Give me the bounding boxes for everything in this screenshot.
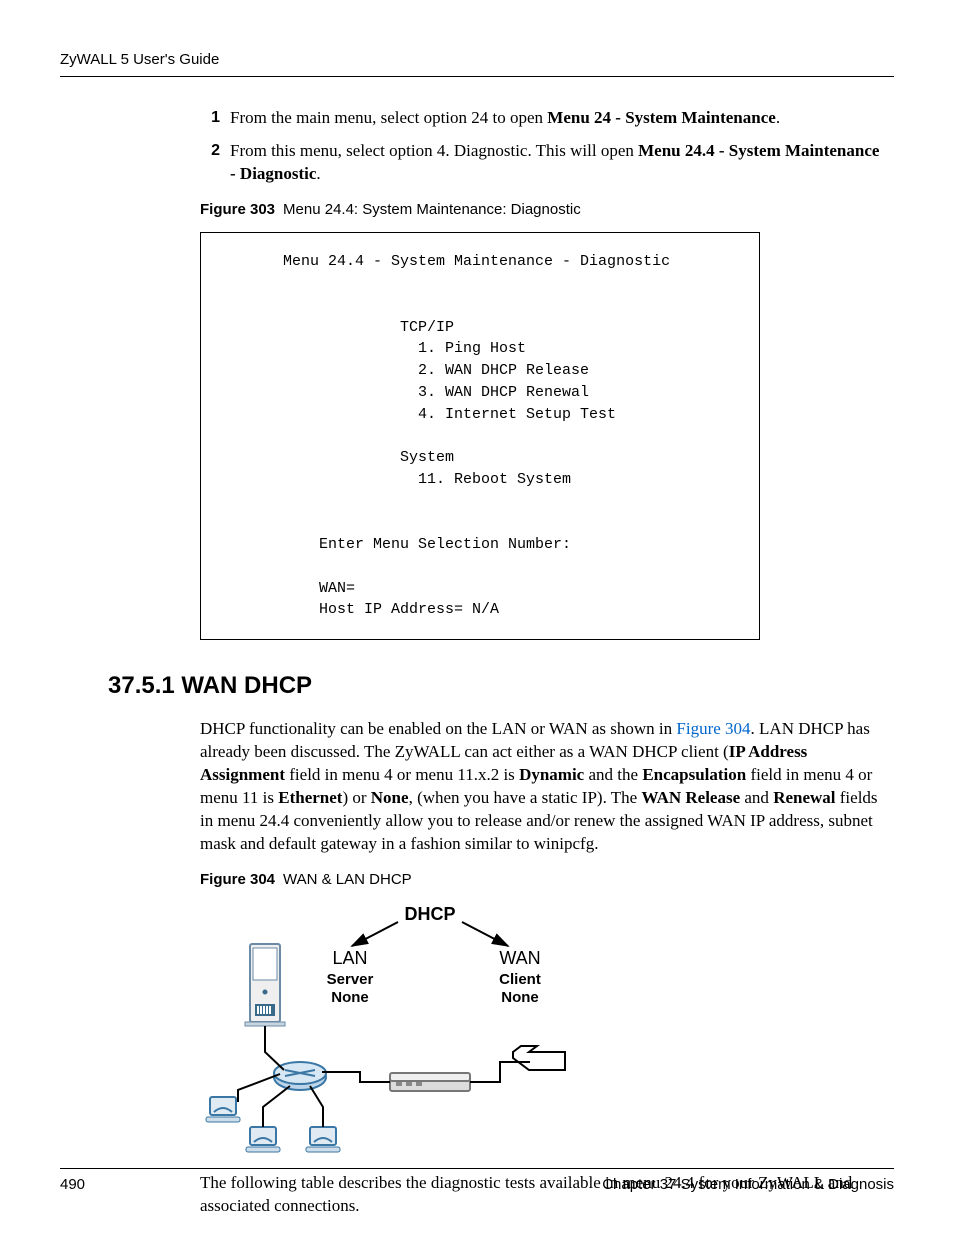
switch-icon [274,1062,326,1090]
bold-text: Ethernet [278,788,342,807]
step-1: 1 From the main menu, select option 24 t… [200,107,884,130]
wan-label: WAN [499,948,540,968]
figure-304-link[interactable]: Figure 304 [676,719,750,738]
figure-303-caption: Figure 303 Menu 24.4: System Maintenance:… [200,200,894,220]
router-icon [390,1073,470,1091]
bold-text: WAN Release [641,788,740,807]
lan-none-label: None [331,989,369,1006]
step-text: From the main menu, select option 24 to … [230,107,884,130]
page-number: 490 [60,1175,85,1195]
text-fragment: DHCP functionality can be enabled on the… [200,719,676,738]
chapter-name: Chapter 37 System Information & Diagnosi… [602,1175,894,1195]
page: ZyWALL 5 User's Guide 1 From the main me… [0,0,954,1235]
step-number: 2 [200,140,220,186]
text-fragment: From this menu, select option 4. Diagnos… [230,141,638,160]
terminal-screenshot: Menu 24.4 - System Maintenance - Diagnos… [200,232,760,640]
figure-304-caption: Figure 304 WAN & LAN DHCP [200,870,894,890]
server-label: Server [327,971,374,988]
bold-text: Dynamic [519,765,584,784]
text-fragment: ) or [342,788,370,807]
client-pc-2-icon [246,1127,280,1152]
section-heading: 37.5.1 WAN DHCP [108,670,894,702]
client-pc-3-icon [306,1127,340,1152]
server-tower-icon [245,944,285,1026]
text-fragment: From the main menu, select option 24 to … [230,108,547,127]
footer-rule [60,1168,894,1169]
wan-cloud-icon [513,1046,565,1070]
step-text: From this menu, select option 4. Diagnos… [230,140,884,186]
lan-label: LAN [332,948,367,968]
header-rule [60,76,894,77]
figure-title: WAN & LAN DHCP [283,871,412,888]
bold-text: Menu 24 - System Maintenance [547,108,776,127]
client-pc-1-icon [206,1097,240,1122]
bold-text: Encapsulation [642,765,746,784]
arrow-to-lan [352,922,398,946]
client-label: Client [499,971,541,988]
paragraph-1: DHCP functionality can be enabled on the… [200,718,884,856]
figure-label: Figure 303 [200,201,275,218]
dhcp-diagram-svg: DHCP LAN WAN Server Client None None [200,902,630,1162]
figure-title: Menu 24.4: System Maintenance: Diagnosti… [283,201,581,218]
text-fragment: and [740,788,773,807]
wan-none-label: None [501,989,539,1006]
text-fragment: . [776,108,780,127]
running-header: ZyWALL 5 User's Guide [60,50,894,70]
dhcp-label: DHCP [404,904,455,924]
numbered-steps: 1 From the main menu, select option 24 t… [200,107,884,186]
page-footer: 490 Chapter 37 System Information & Diag… [60,1168,894,1195]
figure-304-diagram: DHCP LAN WAN Server Client None None [200,902,894,1162]
text-fragment: , (when you have a static IP). The [409,788,642,807]
step-2: 2 From this menu, select option 4. Diagn… [200,140,884,186]
text-fragment: and the [584,765,642,784]
figure-label: Figure 304 [200,871,275,888]
text-fragment: . [316,164,320,183]
bold-text: Renewal [773,788,835,807]
text-fragment: field in menu 4 or menu 11.x.2 is [285,765,519,784]
arrow-to-wan [462,922,508,946]
step-number: 1 [200,107,220,130]
bold-text: None [371,788,409,807]
